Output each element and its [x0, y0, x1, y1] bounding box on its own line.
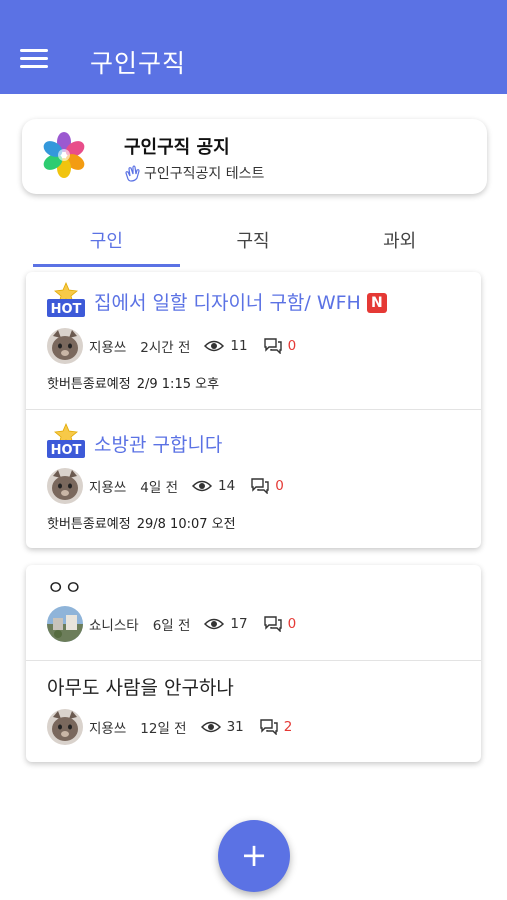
app-bar: 구인구직	[0, 0, 507, 94]
post-time: 2시간 전	[140, 340, 191, 356]
hot-badge-label: HOT	[51, 443, 82, 458]
new-badge: N	[366, 293, 387, 313]
cat-avatar-icon[interactable]	[47, 709, 83, 745]
cat-avatar-icon[interactable]	[47, 328, 83, 364]
list-item[interactable]: HOT 집에서 일할 디자이너 구함/ WFH N 지용쓰 2시간 전 11 0 …	[26, 272, 481, 409]
hamburger-menu-icon[interactable]	[20, 49, 50, 71]
notice-card[interactable]: 구인구직 공지 구인구직공지 테스트	[22, 119, 487, 194]
add-post-button[interactable]: +	[218, 820, 290, 892]
notice-title: 구인구직 공지	[124, 137, 230, 158]
hot-badge-icon: HOT	[47, 423, 85, 458]
post-title: ㅇㅇ	[47, 577, 82, 599]
comment-icon	[263, 616, 282, 632]
page-title: 구인구직	[90, 49, 187, 78]
author-name: 쇼니스타	[89, 618, 139, 634]
clapping-hands-icon	[125, 165, 140, 182]
post-meta: 지용쓰 4일 전 14 0	[47, 468, 284, 504]
cat-avatar-icon[interactable]	[47, 468, 83, 504]
hot-expiry-date: 29/8 10:07 오전	[136, 517, 236, 532]
notice-subtitle: 구인구직공지 테스트	[124, 163, 264, 183]
list-item[interactable]: 아무도 사람을 안구하나 지용쓰 12일 전 31 2	[26, 661, 481, 762]
post-meta: 지용쓰 12일 전 31 2	[47, 709, 292, 745]
post-title: 아무도 사람을 안구하나	[47, 677, 234, 699]
post-time: 12일 전	[140, 721, 187, 737]
post-time: 4일 전	[140, 480, 178, 496]
eye-icon	[204, 618, 225, 630]
author-name: 지용쓰	[89, 721, 127, 737]
eye-icon	[200, 721, 221, 733]
pinwheel-logo-icon	[43, 132, 85, 178]
view-count: 14	[218, 478, 236, 494]
hot-expiry-label: 핫버튼종료예정	[47, 517, 131, 532]
hot-posts-card: HOT 집에서 일할 디자이너 구함/ WFH N 지용쓰 2시간 전 11 0 …	[26, 272, 481, 548]
post-meta: 지용쓰 2시간 전 11 0	[47, 328, 296, 364]
view-count: 31	[226, 719, 244, 735]
comment-icon	[263, 338, 282, 354]
comment-icon	[260, 719, 278, 735]
tab-hiring[interactable]: 구인	[33, 215, 180, 267]
author-name: 지용쓰	[89, 480, 127, 496]
view-count: 17	[230, 616, 248, 632]
post-time: 6일 전	[152, 618, 191, 634]
comment-count: 2	[283, 719, 293, 735]
category-tabs: 구인 구직 과외	[33, 215, 473, 267]
comment-count: 0	[287, 616, 297, 632]
post-title: 집에서 일할 디자이너 구함/ WFH N	[94, 288, 387, 315]
post-meta: 쇼니스타 6일 전 17 0	[47, 606, 296, 642]
eye-icon	[192, 480, 212, 492]
posts-card: ㅇㅇ 쇼니스타 6일 전 17 0 아무도 사람을 안구하나 지용쓰 12일 전…	[26, 565, 481, 762]
plus-icon: +	[240, 836, 268, 874]
post-title: 소방관 구합니다	[94, 434, 223, 456]
hot-expiry-label: 핫버튼종료예정	[47, 377, 131, 392]
hot-expiry: 핫버튼종료예정 29/8 10:07 오전	[47, 513, 236, 532]
hot-badge-label: HOT	[51, 302, 82, 317]
hot-expiry-date: 2/9 1:15 오후	[136, 377, 220, 392]
comment-icon	[251, 478, 269, 494]
hot-expiry: 핫버튼종료예정 2/9 1:15 오후	[47, 373, 219, 392]
comment-count: 0	[275, 478, 284, 494]
hot-badge-icon: HOT	[47, 282, 85, 317]
list-item[interactable]: ㅇㅇ 쇼니스타 6일 전 17 0	[26, 565, 481, 660]
view-count: 11	[230, 338, 248, 354]
comment-count: 0	[287, 338, 297, 354]
notice-subtitle-text: 구인구직공지 테스트	[144, 166, 265, 182]
photo-avatar-icon[interactable]	[47, 606, 83, 642]
tab-tutoring[interactable]: 과외	[326, 215, 473, 267]
list-item[interactable]: HOT 소방관 구합니다 지용쓰 4일 전 14 0 핫버튼종료예정 29/8 1…	[26, 410, 481, 548]
eye-icon	[204, 340, 225, 352]
post-title-text: 집에서 일할 디자이너 구함/ WFH	[94, 292, 361, 314]
tab-job-seeking[interactable]: 구직	[180, 215, 327, 267]
author-name: 지용쓰	[89, 340, 127, 356]
